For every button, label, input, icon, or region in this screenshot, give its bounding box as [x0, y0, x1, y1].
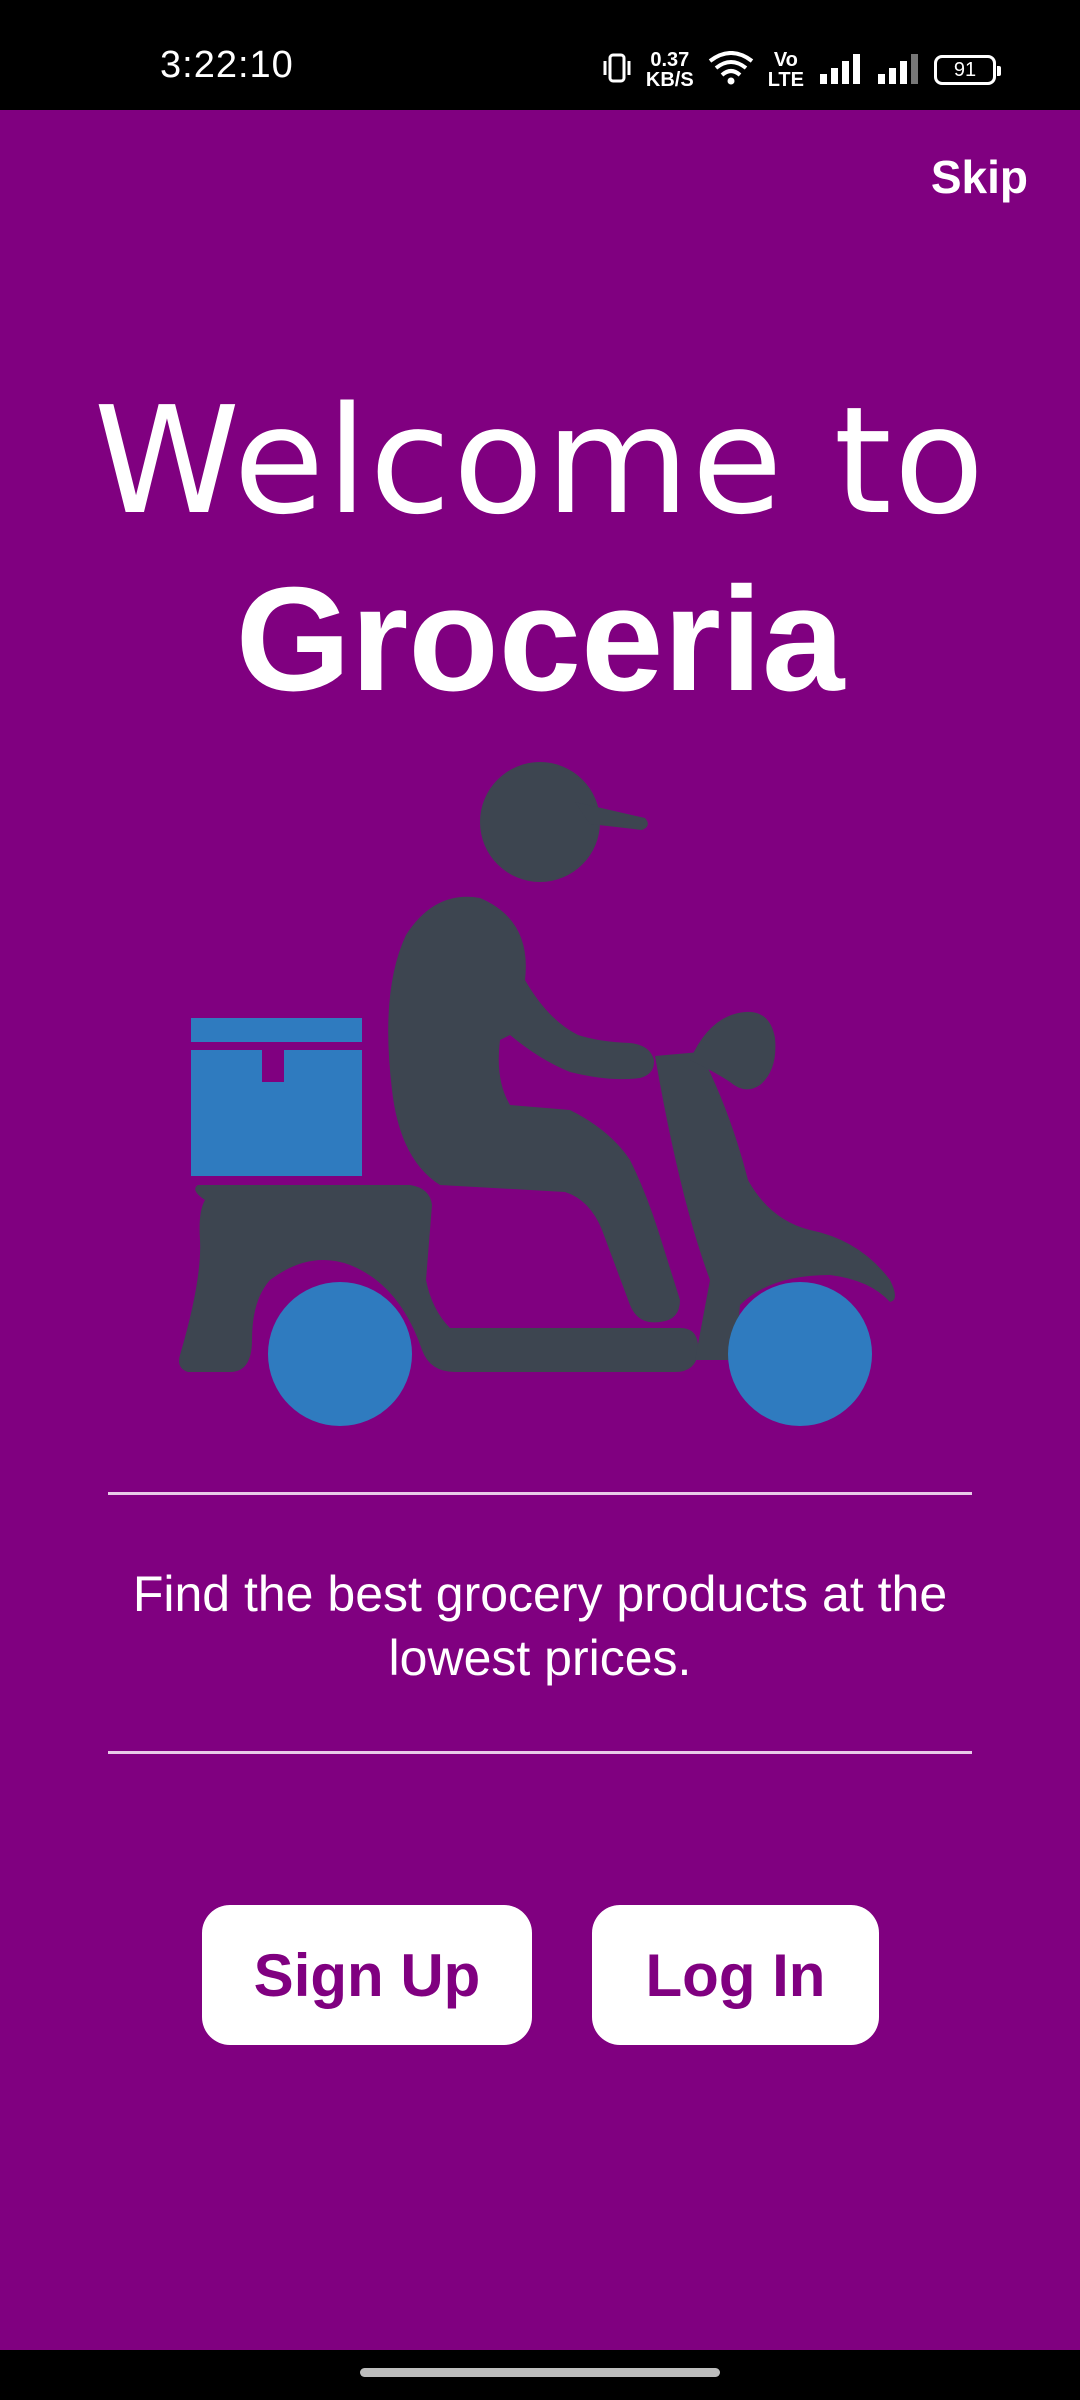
network-speed-unit: KB/S — [645, 69, 694, 91]
network-speed: 0.37 KB/S — [646, 50, 694, 90]
skip-button[interactable]: Skip — [931, 150, 1028, 204]
welcome-title: Welcome to — [93, 375, 987, 547]
rider-head — [480, 762, 600, 882]
rider-body — [388, 896, 680, 1323]
status-time: 3:22:10 — [160, 44, 294, 86]
app-name-title: Groceria — [235, 557, 845, 722]
navigation-bar — [0, 2350, 1080, 2400]
log-in-button[interactable]: Log In — [592, 1905, 879, 2045]
bottom-divider — [108, 1751, 972, 1754]
delivery-box-lid — [191, 1018, 362, 1042]
delivery-scooter-icon — [179, 762, 895, 1426]
status-icons: 0.37 KB/S Vo LTE 91 — [602, 40, 1001, 100]
delivery-box-tape — [262, 1042, 284, 1082]
volte-icon: Vo LTE — [768, 50, 804, 90]
battery-icon: 91 — [934, 55, 1001, 85]
network-speed-value: 0.37 — [650, 49, 690, 71]
status-bar: 3:22:10 0.37 KB/S Vo LTE 91 — [0, 0, 1080, 110]
top-divider — [108, 1492, 972, 1495]
battery-level: 91 — [953, 58, 977, 81]
volte-label-top: Vo — [773, 49, 798, 71]
signal-icon-2 — [876, 52, 920, 89]
rear-wheel — [268, 1282, 412, 1426]
volte-label-bottom: LTE — [767, 69, 804, 91]
vibrate-icon — [602, 51, 632, 90]
front-wheel — [728, 1282, 872, 1426]
wifi-icon — [708, 50, 754, 90]
signal-icon — [818, 52, 862, 89]
tagline-text: Find the best grocery products at the lo… — [132, 1566, 948, 1686]
home-indicator[interactable] — [360, 2368, 720, 2377]
sign-up-button[interactable]: Sign Up — [202, 1905, 532, 2045]
welcome-screen: 3:22:10 0.37 KB/S Vo LTE 91 Skip Welcome… — [0, 0, 1080, 2400]
